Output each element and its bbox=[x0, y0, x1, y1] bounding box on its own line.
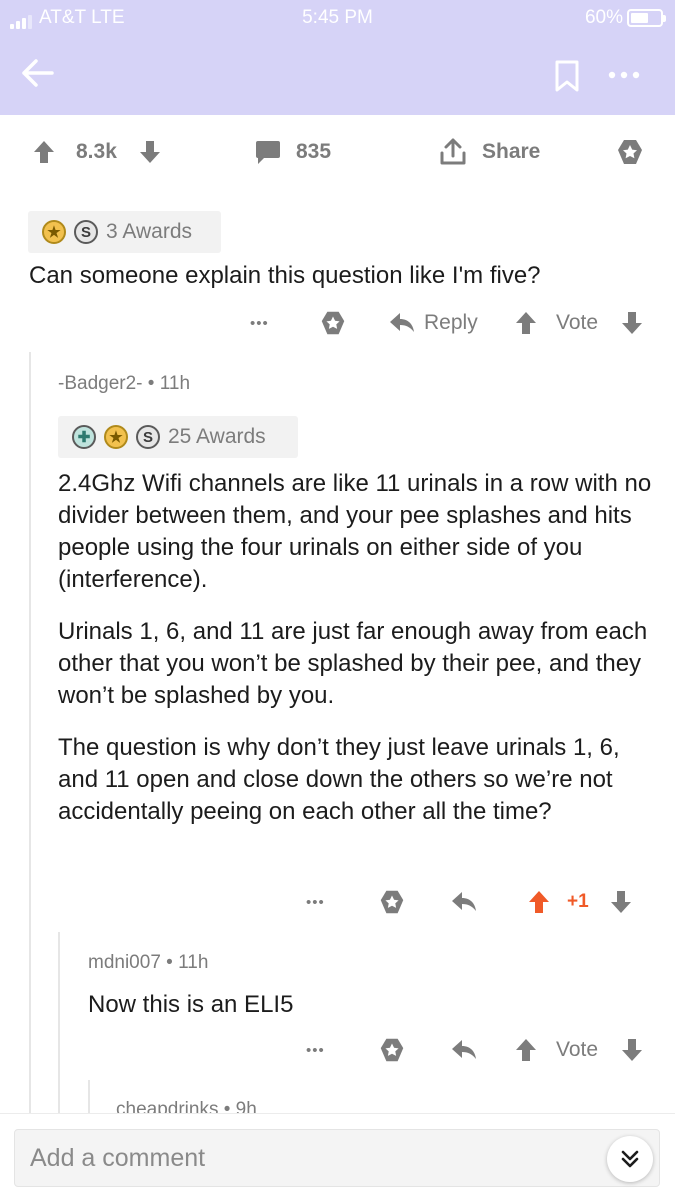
app-header: AT&T LTE 5:45 PM 60% bbox=[0, 0, 675, 115]
comment-action-row: ••• Vote bbox=[0, 1030, 675, 1070]
back-button[interactable] bbox=[18, 56, 56, 90]
reply-button[interactable]: Reply bbox=[388, 303, 478, 343]
chevron-double-down-icon bbox=[621, 1150, 639, 1168]
comment-meta: -Badger2- • 11h bbox=[58, 373, 190, 395]
comment-age: 11h bbox=[159, 373, 191, 394]
bookmark-button[interactable] bbox=[550, 58, 584, 94]
thread-line[interactable] bbox=[88, 1080, 90, 1113]
more-horizontal-icon bbox=[608, 71, 640, 79]
comment-awards-label: 25 Awards bbox=[168, 425, 266, 448]
comment-more-button[interactable]: ••• bbox=[306, 882, 325, 922]
gold-award-icon: ★ bbox=[42, 220, 66, 244]
award-star-icon bbox=[321, 311, 345, 335]
share-icon bbox=[440, 138, 466, 165]
comment-body: 2.4Ghz Wifi channels are like 11 urinals… bbox=[58, 468, 653, 848]
reply-arrow-icon bbox=[452, 1040, 476, 1059]
post-awards-label: 3 Awards bbox=[106, 220, 192, 243]
arrow-down-icon bbox=[622, 312, 642, 334]
vote-label: Vote bbox=[556, 311, 599, 334]
upvote-button[interactable] bbox=[514, 303, 538, 343]
post-more-button[interactable]: ••• bbox=[250, 303, 269, 343]
comment-more-button[interactable]: ••• bbox=[306, 1030, 325, 1070]
vote-label: Vote bbox=[556, 1038, 599, 1061]
silver-award-icon: S bbox=[136, 425, 160, 449]
comment-author[interactable]: mdni007 bbox=[88, 952, 161, 973]
upvote-button-active[interactable] bbox=[527, 882, 551, 922]
post-downvote-button[interactable] bbox=[138, 130, 162, 174]
platinum-award-icon: ✚ bbox=[72, 425, 96, 449]
downvote-button[interactable] bbox=[620, 303, 644, 343]
comment-paragraph: The question is why don’t they just leav… bbox=[58, 734, 620, 825]
award-star-icon bbox=[380, 890, 404, 914]
add-comment-input[interactable] bbox=[14, 1129, 660, 1187]
downvote-button[interactable] bbox=[609, 882, 633, 922]
thread-line[interactable] bbox=[29, 352, 31, 1113]
reply-button[interactable] bbox=[450, 882, 478, 922]
comment-paragraph: Now this is an ELI5 bbox=[88, 991, 294, 1018]
comment-paragraph: Urinals 1, 6, and 11 are just far enough… bbox=[58, 618, 648, 709]
arrow-up-icon bbox=[516, 1039, 536, 1061]
comment-age: 11h bbox=[178, 952, 209, 973]
status-bar: AT&T LTE 5:45 PM 60% bbox=[0, 0, 675, 36]
comments-button[interactable] bbox=[254, 130, 282, 174]
award-star-icon bbox=[618, 140, 642, 164]
downvote-button[interactable] bbox=[620, 1030, 644, 1070]
arrow-left-icon bbox=[22, 59, 54, 87]
more-options-button[interactable] bbox=[604, 58, 644, 92]
clock: 5:45 PM bbox=[302, 7, 373, 28]
share-label[interactable]: Share bbox=[482, 130, 540, 174]
arrow-up-icon bbox=[34, 141, 54, 163]
post-action-bar: 8.3k 835 Share bbox=[0, 130, 675, 174]
reply-arrow-icon bbox=[390, 313, 414, 332]
arrow-up-icon bbox=[529, 891, 549, 913]
post-awards-badge[interactable]: ★ S 3 Awards bbox=[28, 211, 221, 253]
gold-award-icon: ★ bbox=[104, 425, 128, 449]
collapse-comments-button[interactable] bbox=[607, 1136, 653, 1182]
silver-award-icon: S bbox=[74, 220, 98, 244]
arrow-down-icon bbox=[622, 1039, 642, 1061]
arrow-up-icon bbox=[516, 312, 536, 334]
arrow-down-icon bbox=[140, 141, 160, 163]
battery-status: 60% bbox=[584, 7, 666, 29]
post-score: 8.3k bbox=[76, 140, 117, 163]
give-award-button[interactable] bbox=[377, 1030, 407, 1070]
post-text: Can someone explain this question like I… bbox=[29, 262, 541, 289]
post-upvote-button[interactable] bbox=[32, 130, 56, 174]
thread-line[interactable] bbox=[58, 932, 60, 1113]
bookmark-icon bbox=[555, 60, 579, 92]
comment-author[interactable]: -Badger2- bbox=[58, 373, 143, 394]
share-button[interactable] bbox=[438, 130, 468, 174]
comment-paragraph: 2.4Ghz Wifi channels are like 11 urinals… bbox=[58, 470, 652, 593]
reply-button[interactable] bbox=[450, 1030, 478, 1070]
post-reply-row: ••• Reply Vote bbox=[0, 303, 675, 343]
upvote-button[interactable] bbox=[514, 1030, 538, 1070]
post-give-award-button[interactable] bbox=[318, 303, 348, 343]
arrow-down-icon bbox=[611, 891, 631, 913]
meta-separator: • bbox=[166, 952, 173, 973]
comment-meta: mdni007 • 11h bbox=[88, 952, 208, 974]
battery-icon bbox=[627, 9, 666, 27]
vote-count: +1 bbox=[567, 891, 589, 912]
reply-arrow-icon bbox=[452, 892, 476, 911]
reply-label: Reply bbox=[424, 311, 478, 334]
give-award-button[interactable] bbox=[377, 882, 407, 922]
comment-bar bbox=[0, 1113, 675, 1200]
post-award-button[interactable] bbox=[614, 130, 646, 174]
award-star-icon bbox=[380, 1038, 404, 1062]
comment-count: 835 bbox=[296, 140, 332, 163]
comment-action-row: ••• +1 bbox=[0, 882, 675, 922]
battery-percent: 60% bbox=[584, 7, 623, 28]
comment-awards-badge[interactable]: ✚ ★ S 25 Awards bbox=[58, 416, 298, 458]
meta-separator: • bbox=[147, 373, 155, 394]
comment-bubble-icon bbox=[256, 141, 280, 164]
